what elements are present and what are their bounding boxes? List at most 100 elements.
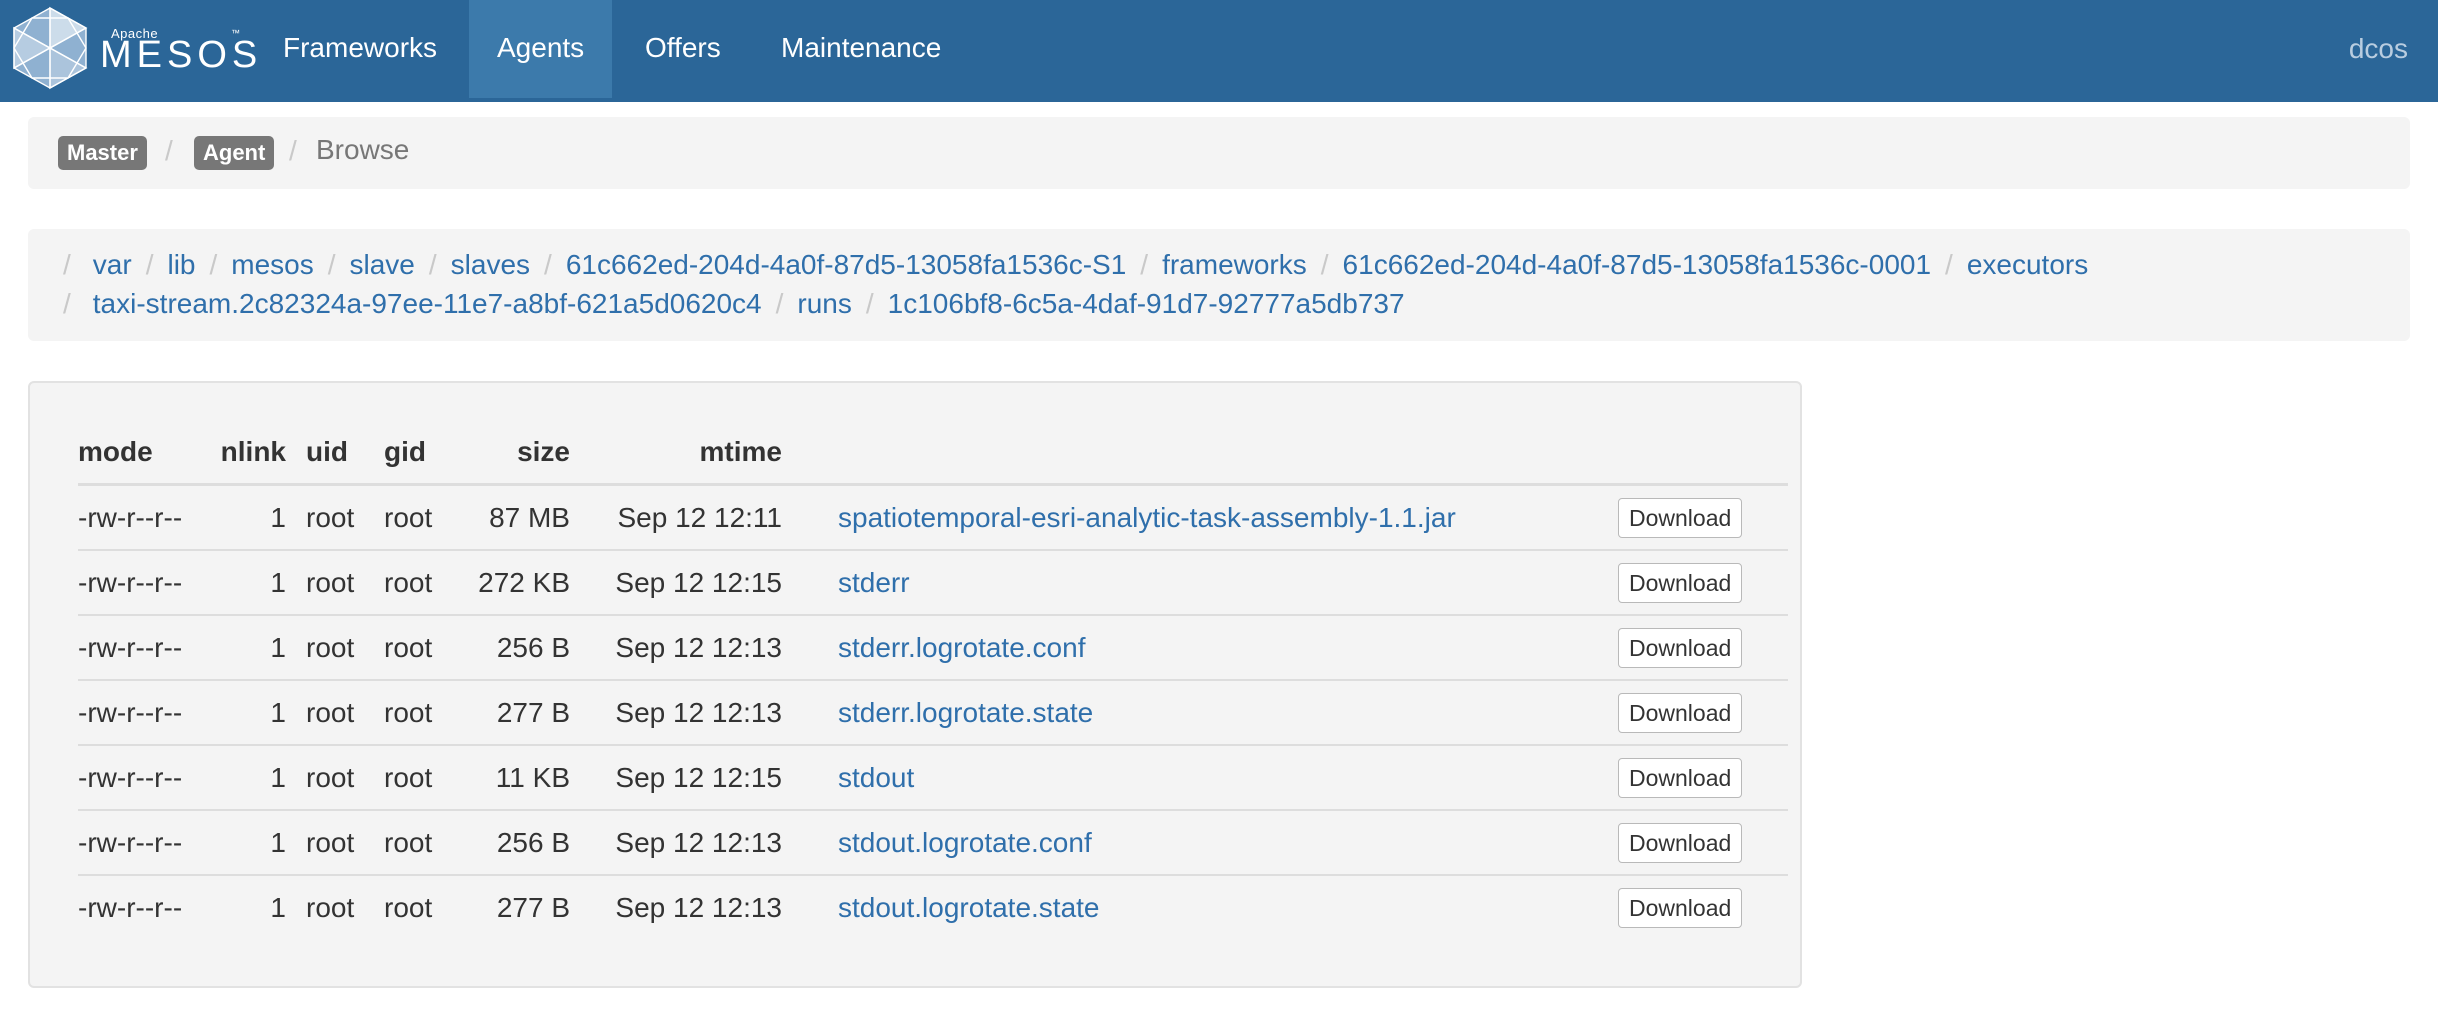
breadcrumb-separator: / [289,135,297,166]
cell-uid: root [306,891,355,923]
breadcrumb-separator: / [165,135,173,166]
file-link[interactable]: spatiotemporal-esri-analytic-task-assemb… [838,502,1456,533]
cell-size: 277 B [464,680,570,746]
path-line-2: / taxi-stream.2c82324a-97ee-11e7-a8bf-621… [63,288,1405,320]
download-button[interactable]: Download [1618,627,1743,668]
cell-name: spatiotemporal-esri-analytic-task-assemb… [782,484,1618,551]
table-row: -rw-r--r-- 1 root root 87 MB Sep 12 12:11 spat… [78,484,1788,551]
cell-nlink: 1 [218,550,306,616]
header-gid[interactable]: gid [384,421,464,486]
cell-gid: root [384,615,464,681]
path-separator: / [775,288,784,319]
path-segment-executors[interactable]: executors [1967,249,2088,280]
file-table: mode nlink uid gid size mtime -rw-r--r--… [78,421,1788,939]
download-button[interactable]: Download [1618,887,1743,928]
path-separator: / [1140,249,1149,280]
cell-size: 277 B [496,891,570,923]
header-nlink[interactable]: nlink [218,421,306,486]
table-row: -rw-r--r-- 1 root root 277 B Sep 12 12:13 stde… [78,680,1788,746]
cell-mtime: Sep 12 12:15 [570,745,782,811]
cell-name: stderr [782,550,1618,616]
path-segment-frameworks[interactable]: frameworks [1162,249,1307,280]
cell-mtime: Sep 12 12:13 [615,891,782,923]
breadcrumb-current: Browse [316,134,410,165]
path-segment-lib[interactable]: lib [167,249,195,280]
cell-mode: -rw-r--r-- [78,810,218,876]
cell-download: Download [1618,615,1788,681]
path-line-1: / var / lib / mesos / slave / slaves / 61c662ed-204… [63,249,2088,281]
breadcrumb-master[interactable]: Master [58,136,147,170]
cell-download: Download [1618,810,1788,876]
brand-trademark: ™ [231,28,240,38]
cell-mode: -rw-r--r-- [78,680,218,746]
brand-name: MESOS [100,34,263,76]
path-segment-framework-id[interactable]: 61c662ed-204d-4a0f-87d5-13058fa1536c-000… [1343,249,1932,280]
cell-gid: root [384,745,464,811]
path-segment-runs[interactable]: runs [797,288,851,319]
header-mtime[interactable]: mtime [570,421,782,486]
path-segment-run-id[interactable]: 1c106bf8-6c5a-4daf-91d7-92777a5db737 [888,288,1405,319]
file-link[interactable]: stdout.logrotate.state [838,892,1100,923]
cell-nlink: 1 [218,484,306,551]
cell-mode: -rw-r--r-- [78,891,183,923]
download-button[interactable]: Download [1618,822,1743,863]
download-button[interactable]: Download [1618,692,1743,733]
breadcrumb-agent[interactable]: Agent [194,136,275,170]
cell-uid: root [306,810,384,876]
path-separator: / [209,249,218,280]
file-link[interactable]: stdout.logrotate.conf [838,827,1092,858]
path-breadcrumb: / var / lib / mesos / slave / slaves / 61c662ed-204… [28,229,2410,341]
cell-mode: -rw-r--r-- [78,484,218,551]
path-segment-var[interactable]: var [93,249,132,280]
path-segment-mesos[interactable]: mesos [231,249,313,280]
nav-maintenance[interactable]: Maintenance [753,0,969,98]
file-link[interactable]: stderr [838,567,910,598]
nav-frameworks[interactable]: Frameworks [255,0,465,98]
path-segment-executor-id[interactable]: taxi-stream.2c82324a-97ee-11e7-a8bf-621a… [93,288,762,319]
cell-mtime: Sep 12 12:11 [570,484,782,551]
breadcrumb: Master / Agent / Browse [28,117,2410,189]
path-separator: / [63,249,71,280]
cell-uid: root [306,615,384,681]
cell-nlink: 1 [218,680,306,746]
nav-user-dcos[interactable]: dcos [2349,0,2408,98]
file-link[interactable]: stderr.logrotate.state [838,697,1093,728]
nav-agents[interactable]: Agents [469,0,613,98]
cell-uid: root [306,550,384,616]
path-segment-slaves[interactable]: slaves [451,249,530,280]
cell-download: Download [1618,550,1788,616]
cell-uid: root [306,484,384,551]
cell-gid: root [384,550,464,616]
table-row: -rw-r--r-- 1 root root 277 B Sep 12 12:13 stdo… [78,875,1788,939]
header-uid[interactable]: uid [306,421,384,486]
path-separator: / [544,249,552,280]
path-separator: / [327,249,336,280]
download-button[interactable]: Download [1618,497,1743,538]
mesos-logo-icon [13,6,88,90]
path-separator: / [1945,249,1953,280]
cell-mtime: Sep 12 12:13 [570,615,782,681]
download-button[interactable]: Download [1618,562,1743,603]
mesos-logo[interactable]: Apache MESOS ™ [10,6,257,94]
cell-download: Download [1618,875,1788,939]
cell-download: Download [1618,745,1788,811]
cell-download: Download [1618,484,1788,551]
cell-mode: -rw-r--r-- [78,550,218,616]
download-button[interactable]: Download [1618,757,1743,798]
path-segment-slave[interactable]: slave [350,249,415,280]
file-link[interactable]: stderr.logrotate.conf [838,632,1085,663]
path-segment-agent-id[interactable]: 61c662ed-204d-4a0f-87d5-13058fa1536c-S1 [566,249,1126,280]
cell-size: 11 KB [464,745,570,811]
nav-offers[interactable]: Offers [617,0,749,98]
header-mode[interactable]: mode [78,421,218,486]
cell-nlink: 1 [218,810,306,876]
header-size[interactable]: size [464,421,570,486]
file-browser-panel: mode nlink uid gid size mtime -rw-r--r--… [28,381,1802,988]
path-separator: / [865,288,874,319]
cell-nlink: 1 [218,615,306,681]
header-name [782,421,1618,486]
cell-mtime: Sep 12 12:15 [570,550,782,616]
file-link[interactable]: stdout [838,762,914,793]
path-separator: / [63,288,71,319]
table-row: -rw-r--r-- 1 root root 256 B Sep 12 12:13 stde… [78,615,1788,681]
